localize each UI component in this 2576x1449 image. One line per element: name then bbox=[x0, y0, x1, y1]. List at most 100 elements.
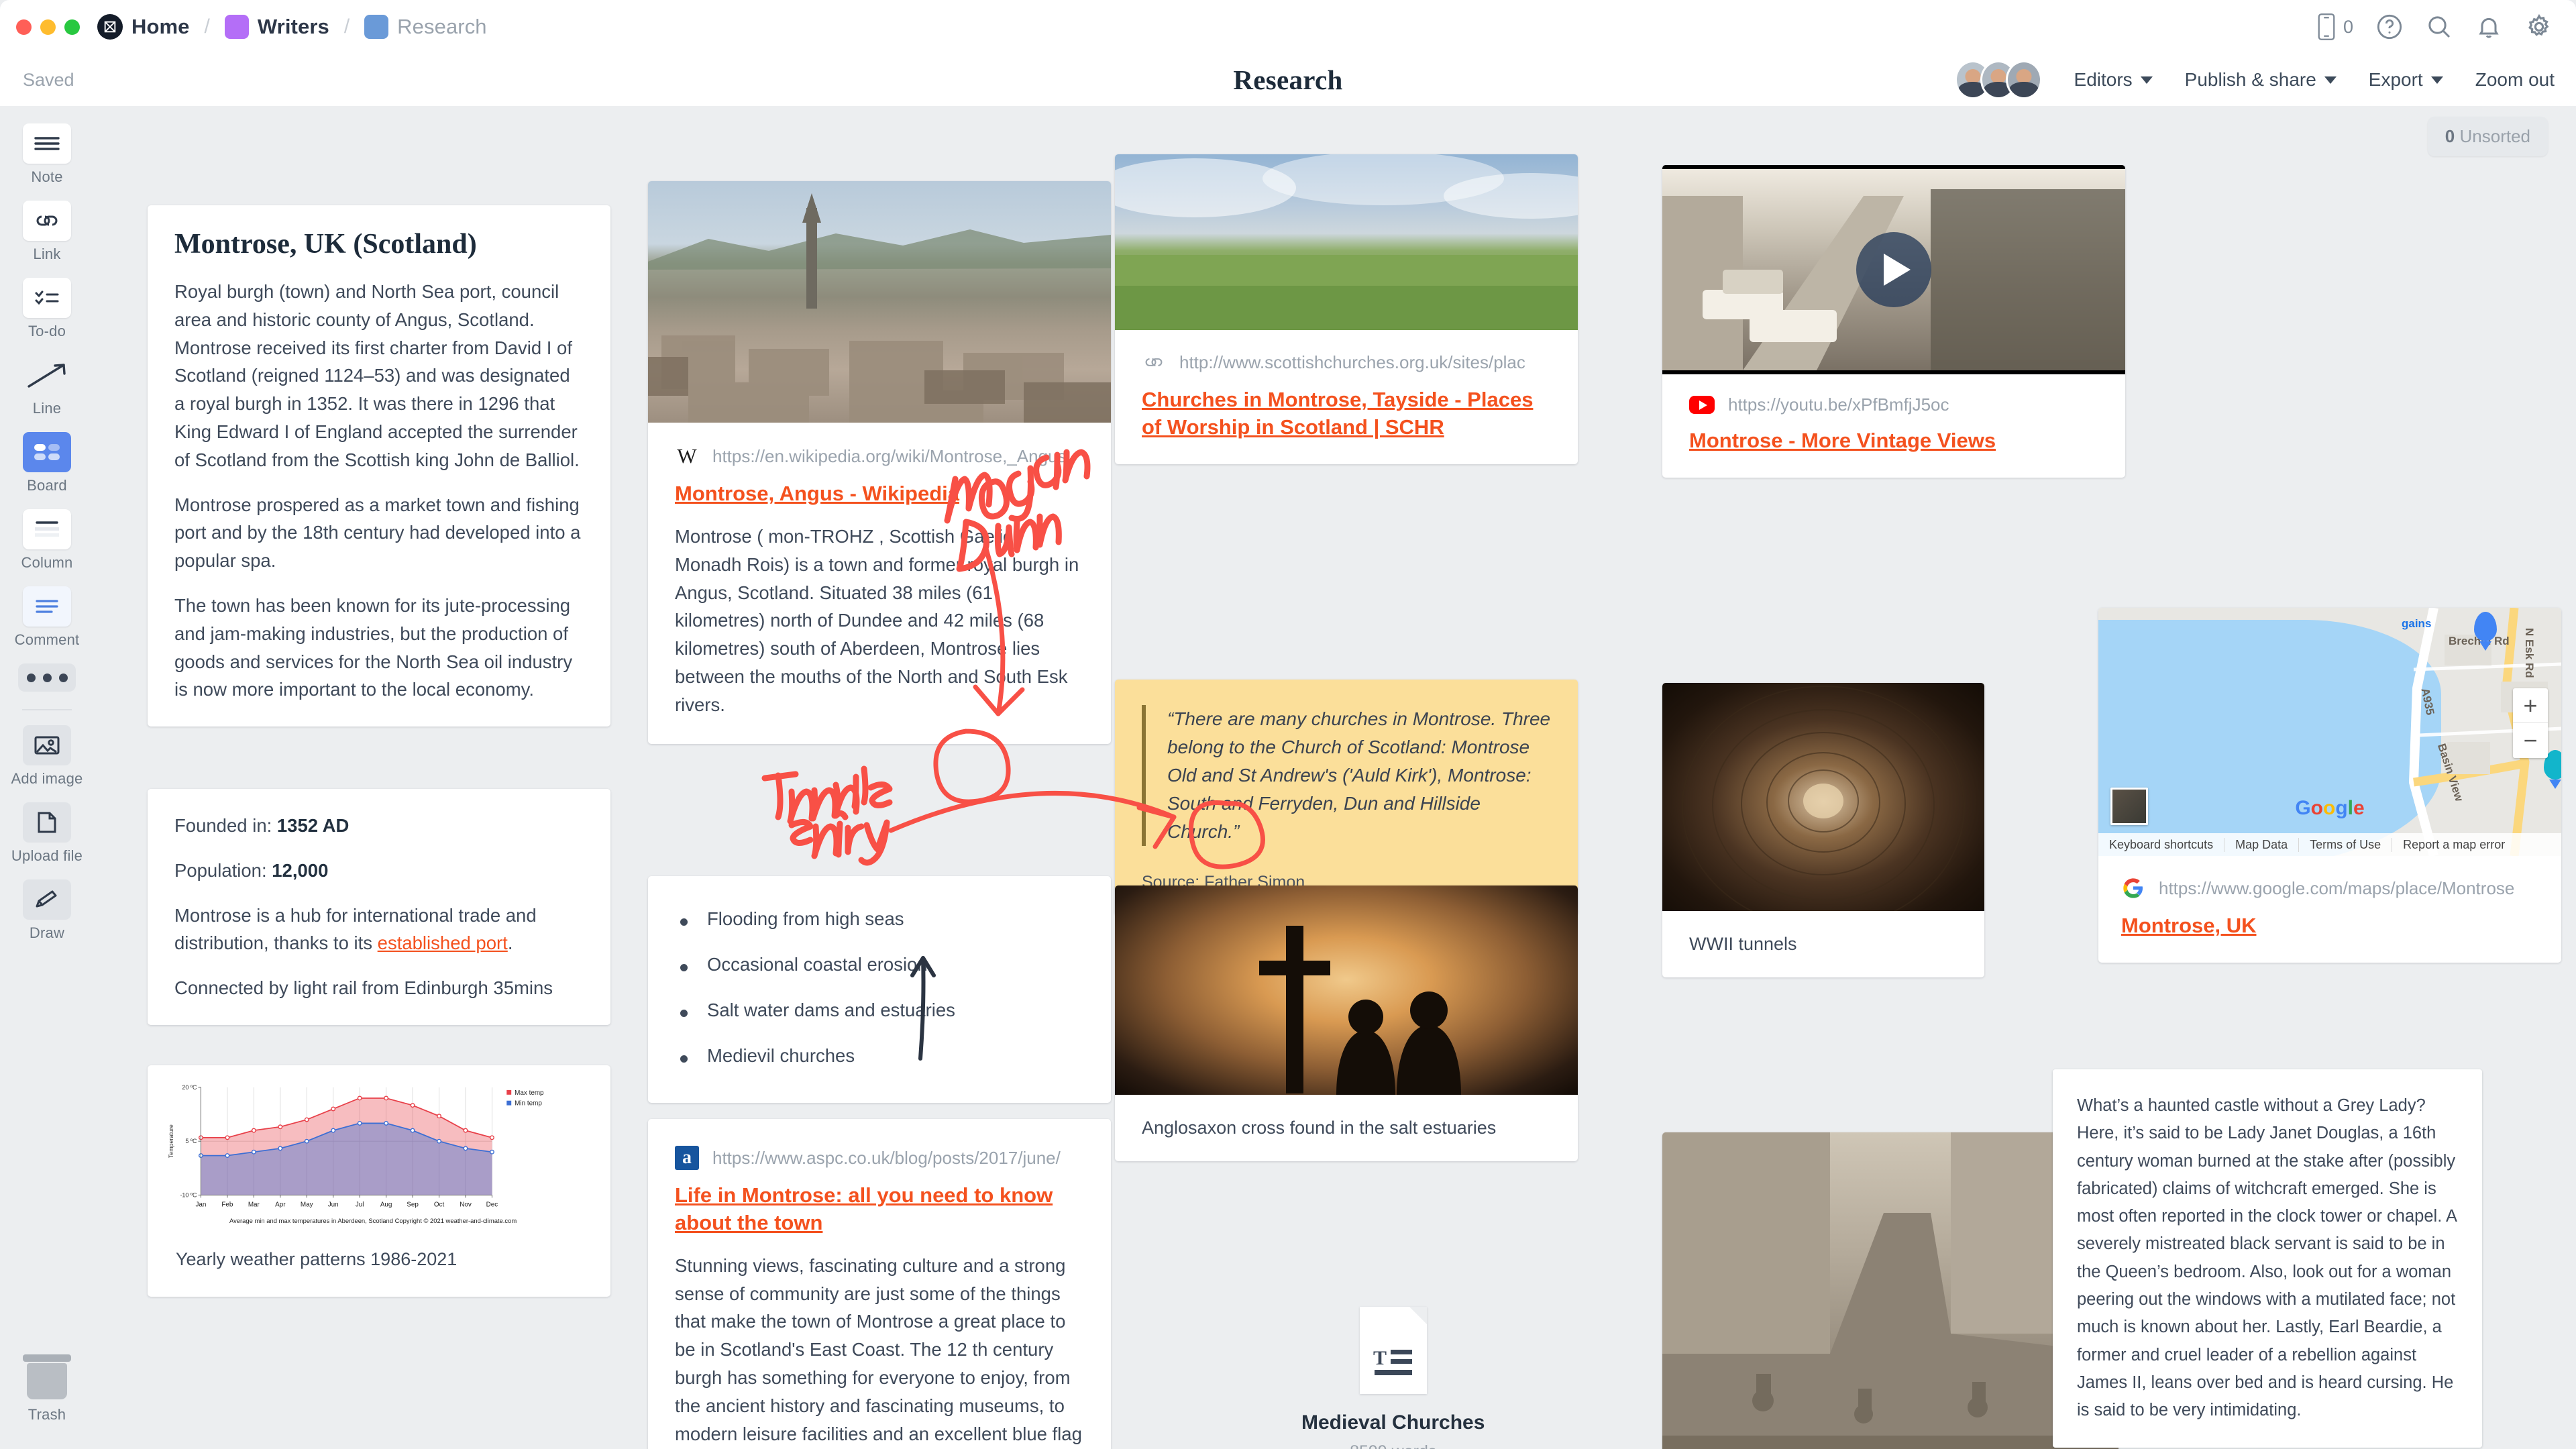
wikipedia-favicon: W bbox=[677, 444, 697, 468]
settings-icon[interactable] bbox=[2525, 13, 2553, 41]
breadcrumb-label-home: Home bbox=[131, 15, 190, 38]
cross-photo bbox=[1115, 885, 1578, 1095]
link-card-churches[interactable]: http://www.scottishchurches.org.uk/sites… bbox=[1115, 154, 1578, 464]
breadcrumb-label-research: Research bbox=[397, 15, 487, 38]
search-icon[interactable] bbox=[2426, 13, 2453, 40]
play-button-icon[interactable] bbox=[1856, 232, 1931, 307]
tool-add-image[interactable]: Add image bbox=[7, 725, 87, 788]
note-card-facts[interactable]: Founded in: 1352 AD Population: 12,000 M… bbox=[148, 789, 610, 1025]
weather-chart-svg: 20 ºC 5 ºC -10 ºC Temperature Jan Feb Mar Apr Ma… bbox=[168, 1084, 544, 1224]
image-card-cross[interactable]: Anglosaxon cross found in the salt estua… bbox=[1115, 885, 1578, 1161]
svg-text:Max temp: Max temp bbox=[515, 1089, 544, 1097]
note-paragraph: The town has been known for its jute-pro… bbox=[174, 594, 573, 700]
svg-text:May: May bbox=[301, 1201, 313, 1208]
breadcrumb-separator-2: / bbox=[343, 15, 350, 38]
device-count[interactable]: 0 bbox=[2316, 12, 2353, 42]
tool-todo[interactable]: To-do bbox=[7, 278, 87, 340]
map-terms-of-use[interactable]: Terms of Use bbox=[2299, 837, 2393, 852]
tool-column[interactable]: Column bbox=[7, 509, 87, 572]
tool-draw[interactable]: Draw bbox=[7, 879, 87, 942]
svg-text:Aug: Aug bbox=[380, 1201, 392, 1208]
map-zoom-out-button[interactable]: − bbox=[2513, 723, 2548, 758]
tool-label-note: Note bbox=[31, 168, 63, 185]
todo-icon bbox=[23, 278, 71, 318]
link-card-google-map[interactable]: Brechin Rd N Esk Rd A935 Basin View gain… bbox=[2098, 608, 2561, 963]
tool-label-link: Link bbox=[33, 246, 61, 262]
map-zoom-in-button[interactable]: + bbox=[2513, 688, 2548, 723]
svg-text:-10 ºC: -10 ºC bbox=[180, 1191, 197, 1198]
minimize-window-button[interactable] bbox=[40, 19, 56, 35]
chart-card-weather[interactable]: 20 ºC 5 ºC -10 ºC Temperature Jan Feb Mar Apr Ma… bbox=[148, 1065, 610, 1297]
tool-note[interactable]: Note bbox=[7, 123, 87, 186]
board-icon bbox=[23, 432, 71, 472]
google-logo: Google bbox=[2295, 797, 2364, 820]
tool-upload-file[interactable]: Upload file bbox=[7, 802, 87, 865]
link-chain-favicon bbox=[1142, 350, 1166, 374]
help-icon[interactable] bbox=[2376, 13, 2403, 40]
tool-label-column: Column bbox=[21, 554, 73, 571]
aspc-link-title[interactable]: Life in Montrose: all you need to know a… bbox=[675, 1182, 1084, 1237]
breadcrumb-item-research[interactable]: Research bbox=[364, 15, 487, 39]
map-report-error[interactable]: Report a map error bbox=[2392, 838, 2516, 852]
link-icon bbox=[23, 201, 71, 241]
trade-line: Montrose is a hub for international trad… bbox=[174, 902, 584, 958]
svg-text:Temperature: Temperature bbox=[168, 1124, 174, 1158]
map-zoom-controls[interactable]: + − bbox=[2513, 688, 2548, 758]
breadcrumb-label-writers: Writers bbox=[257, 15, 329, 38]
todo-card-risks[interactable]: Flooding from high seas Occasional coast… bbox=[648, 876, 1111, 1103]
link-card-aspc[interactable]: a https://www.aspc.co.uk/blog/posts/2017… bbox=[648, 1119, 1111, 1449]
tool-label-draw: Draw bbox=[29, 924, 65, 941]
map-data[interactable]: Map Data bbox=[2224, 837, 2300, 852]
breadcrumb: Home / Writers / Research bbox=[97, 14, 487, 40]
note-card-ghost-story[interactable]: What’s a haunted castle without a Grey L… bbox=[2053, 1069, 2482, 1448]
founded-line: Founded in: 1352 AD bbox=[174, 812, 584, 840]
wikipedia-preview-image bbox=[648, 181, 1111, 423]
breadcrumb-item-writers[interactable]: Writers bbox=[224, 15, 329, 39]
rail-divider bbox=[22, 709, 72, 710]
svg-text:20 ºC: 20 ºC bbox=[182, 1084, 197, 1091]
tool-line[interactable]: Line bbox=[7, 355, 87, 417]
tool-board[interactable]: Board bbox=[7, 432, 87, 494]
churches-link-title[interactable]: Churches in Montrose, Tayside - Places o… bbox=[1142, 386, 1551, 441]
map-keyboard-shortcuts[interactable]: Keyboard shortcuts bbox=[2098, 837, 2225, 852]
breadcrumb-item-home[interactable]: Home bbox=[97, 14, 190, 40]
close-window-button[interactable] bbox=[16, 19, 32, 35]
churches-url: http://www.scottishchurches.org.uk/sites… bbox=[1179, 352, 1525, 372]
youtube-link-title[interactable]: Montrose - More Vintage Views bbox=[1689, 427, 2098, 455]
trash-button[interactable]: Trash bbox=[23, 1354, 71, 1424]
tool-more-options[interactable] bbox=[7, 663, 87, 692]
app-logo-icon bbox=[97, 14, 123, 40]
youtube-preview-image[interactable] bbox=[1662, 165, 2125, 374]
google-logo-letter: G bbox=[2295, 797, 2311, 819]
unsorted-badge[interactable]: 0 Unsorted bbox=[2427, 117, 2548, 156]
quote-card[interactable]: “There are many churches in Montrose. Th… bbox=[1115, 680, 1578, 915]
map-link-title[interactable]: Montrose, UK bbox=[2121, 912, 2538, 940]
file-card-medieval-churches[interactable]: T Medieval Churches 8599 words bbox=[1301, 1307, 1485, 1449]
list-item: Occasional coastal erosion bbox=[675, 954, 1084, 975]
google-logo-letter: o bbox=[2310, 797, 2323, 819]
link-card-youtube[interactable]: https://youtu.be/xPfBmfjJ5oc Montrose - … bbox=[1662, 165, 2125, 478]
churches-preview-image bbox=[1115, 154, 1578, 330]
founded-value: 1352 AD bbox=[276, 815, 350, 836]
tool-label-add-image: Add image bbox=[11, 770, 83, 787]
column-icon bbox=[23, 509, 71, 549]
map-url: https://www.google.com/maps/place/Montro… bbox=[2159, 877, 2515, 898]
image-card-street[interactable] bbox=[1662, 1132, 2118, 1449]
established-port-link[interactable]: established port bbox=[378, 932, 508, 953]
note-card-montrose[interactable]: Montrose, UK (Scotland) Royal burgh (tow… bbox=[148, 205, 610, 727]
tunnel-photo bbox=[1662, 683, 1984, 911]
aspc-url: https://www.aspc.co.uk/blog/posts/2017/j… bbox=[712, 1147, 1061, 1168]
maximize-window-button[interactable] bbox=[64, 19, 80, 35]
unsorted-count: 0 bbox=[2445, 126, 2455, 146]
tool-comment[interactable]: Comment bbox=[7, 586, 87, 649]
editor-avatars[interactable] bbox=[1954, 60, 2042, 99]
image-card-tunnels[interactable]: WWII tunnels bbox=[1662, 683, 1984, 977]
map-pin-shop-icon[interactable] bbox=[2474, 612, 2497, 641]
tool-link[interactable]: Link bbox=[7, 201, 87, 263]
wikipedia-link-title[interactable]: Montrose, Angus - Wikipedia bbox=[675, 480, 1084, 508]
map-canvas[interactable]: Brechin Rd N Esk Rd A935 Basin View gain… bbox=[2098, 608, 2561, 856]
link-card-wikipedia[interactable]: W https://en.wikipedia.org/wiki/Montrose… bbox=[648, 181, 1111, 745]
notifications-icon[interactable] bbox=[2475, 13, 2502, 40]
board-canvas[interactable]: 0 Unsorted Montrose, UK (Scotland) Royal… bbox=[94, 106, 2576, 1449]
map-satellite-thumbnail[interactable] bbox=[2110, 788, 2148, 825]
